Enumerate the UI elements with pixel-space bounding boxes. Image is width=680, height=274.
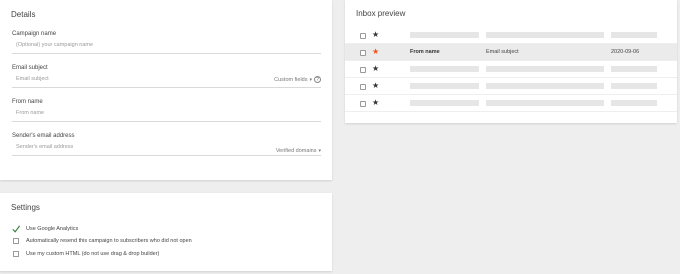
star-icon[interactable]: ★: [372, 30, 379, 39]
checkbox[interactable]: [360, 50, 366, 56]
placeholder-bar: [611, 66, 657, 72]
inbox-row-preview: ★ From name Email subject 2020-09-06: [345, 44, 677, 61]
inbox-preview-title: Inbox preview: [356, 9, 406, 18]
placeholder-bar: [486, 66, 604, 72]
verified-domains-dropdown[interactable]: Verified domains ▾: [276, 148, 321, 154]
inbox-preview-card: Inbox preview ★ ★ From name Email subjec…: [345, 0, 677, 123]
inbox-row: ★: [345, 27, 677, 44]
inbox-row: ★: [345, 61, 677, 78]
checkbox[interactable]: [13, 251, 19, 257]
option-auto-resend[interactable]: Automatically resend this campaign to su…: [12, 238, 192, 244]
campaign-name-label: Campaign name: [12, 31, 57, 37]
preview-subject: Email subject: [486, 49, 519, 55]
placeholder-bar: [410, 83, 479, 89]
checkbox[interactable]: [360, 33, 366, 39]
campaign-name-input[interactable]: (Optional) your campaign name: [12, 40, 321, 54]
sender-email-input[interactable]: Sender's email address Verified domains …: [12, 142, 321, 156]
placeholder-bar: [410, 66, 479, 72]
verified-domains-label: Verified domains: [275, 148, 317, 154]
checkbox[interactable]: [13, 238, 19, 244]
from-name-label: From name: [12, 99, 43, 105]
option-label: Use Google Analytics: [26, 226, 79, 232]
placeholder-bar: [486, 32, 604, 38]
star-icon[interactable]: ★: [372, 98, 379, 107]
preview-from-name: From name: [410, 49, 440, 55]
option-custom-html[interactable]: Use my custom HTML (do not use drag & dr…: [12, 251, 159, 257]
chevron-down-icon: ▾: [318, 148, 321, 154]
email-subject-label: Email subject: [12, 65, 48, 71]
star-icon[interactable]: ★: [372, 47, 379, 56]
option-label: Automatically resend this campaign to su…: [26, 238, 192, 244]
chevron-down-icon: ▾: [309, 76, 312, 83]
checkbox[interactable]: [360, 101, 366, 107]
preview-date: 2020-09-06: [611, 49, 640, 55]
option-label: Use my custom HTML (do not use drag & dr…: [26, 251, 160, 257]
placeholder-bar: [410, 100, 479, 106]
inbox-row: ★: [345, 95, 677, 112]
settings-title: Settings: [11, 203, 40, 212]
placeholder-bar: [611, 100, 657, 106]
checkbox[interactable]: [360, 84, 366, 90]
from-name-placeholder: From name: [16, 110, 45, 116]
star-icon[interactable]: ★: [372, 64, 379, 73]
star-icon[interactable]: ★: [372, 81, 379, 90]
from-name-input[interactable]: From name: [12, 108, 321, 122]
email-subject-placeholder: Email subject: [16, 76, 49, 82]
placeholder-bar: [410, 32, 479, 38]
campaign-name-placeholder: (Optional) your campaign name: [16, 42, 94, 48]
checkmark-icon[interactable]: [12, 225, 20, 233]
email-subject-input[interactable]: Email subject Custom fields ▾ ?: [12, 74, 321, 88]
help-icon[interactable]: ?: [314, 76, 321, 83]
placeholder-bar: [486, 83, 604, 89]
details-card: Details Campaign name (Optional) your ca…: [0, 0, 332, 180]
placeholder-bar: [486, 100, 604, 106]
custom-fields-button[interactable]: Custom fields ▾ ?: [274, 76, 321, 83]
inbox-row: ★: [345, 78, 677, 95]
placeholder-bar: [611, 32, 657, 38]
placeholder-bar: [611, 83, 657, 89]
sender-email-label: Sender's email address: [12, 133, 75, 139]
option-google-analytics[interactable]: Use Google Analytics: [12, 225, 78, 233]
settings-card: Settings Use Google Analytics Automatica…: [0, 193, 332, 271]
sender-email-placeholder: Sender's email address: [16, 144, 74, 150]
checkbox[interactable]: [360, 67, 366, 73]
details-title: Details: [11, 10, 36, 19]
custom-fields-label: Custom fields: [274, 76, 308, 83]
